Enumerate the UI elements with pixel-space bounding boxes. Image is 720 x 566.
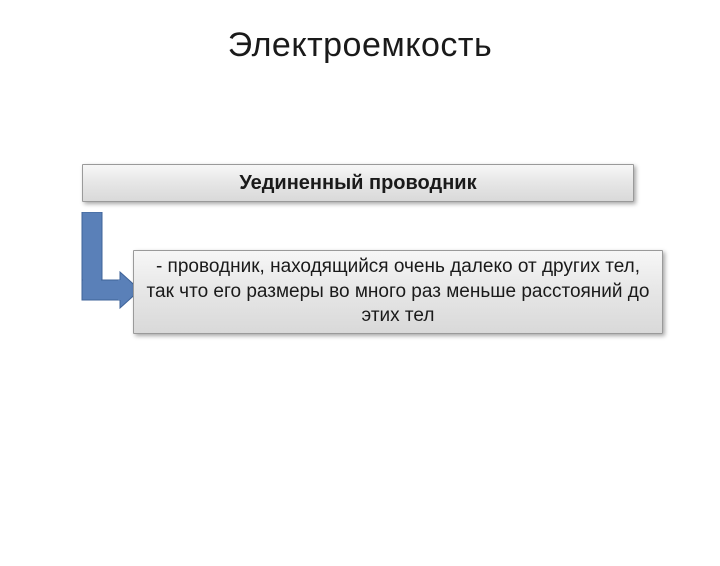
elbow-arrow-icon [76, 212, 140, 317]
heading-text: Уединенный проводник [239, 172, 476, 195]
definition-box: - проводник, находящийся очень далеко от… [133, 250, 663, 334]
definition-text: - проводник, находящийся очень далеко от… [144, 255, 652, 329]
heading-box: Уединенный проводник [82, 164, 634, 202]
slide-title: Электроемкость [0, 26, 720, 65]
